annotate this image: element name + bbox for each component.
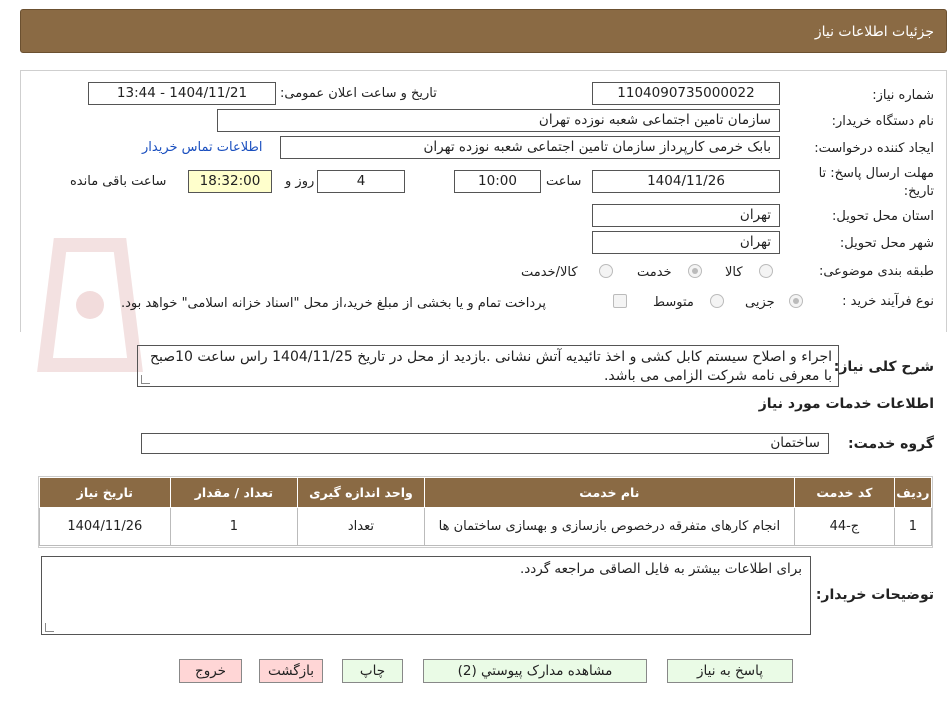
column-header-quantity: تعداد / مقدار <box>169 477 299 508</box>
back-button[interactable]: بازگشت <box>259 659 323 683</box>
deadline-date-field: 1404/11/26 <box>592 170 780 193</box>
notes-text: برای اطلاعات بیشتر به فایل الصاقی مراجعه… <box>519 561 802 577</box>
column-header-name: نام خدمت <box>423 477 796 508</box>
days-label: روز و <box>285 174 315 189</box>
category-both-label: کالا/خدمت <box>521 265 578 280</box>
requester-field: بابک خرمی کارپرداز سازمان تامین اجتماعی … <box>280 136 780 159</box>
need-number-label: شماره نیاز: <box>872 88 934 103</box>
category-label: طبقه بندی موضوعی: <box>818 264 934 279</box>
buyer-org-field: سازمان تامین اجتماعی شعبه نوزده تهران <box>217 109 780 132</box>
reply-button[interactable]: پاسخ به نیاز <box>667 659 793 683</box>
category-service-radio[interactable] <box>688 264 702 278</box>
column-header-code: کد خدمت <box>794 477 895 508</box>
cell-code: ج-44 <box>794 507 895 546</box>
deadline-label-date: تاریخ: <box>903 184 934 199</box>
remaining-time-label: ساعت باقی مانده <box>70 174 167 189</box>
category-goods-label: کالا <box>725 265 743 280</box>
view-attachments-button[interactable]: مشاهده مدارک پیوستي (2) <box>423 659 647 683</box>
deadline-label: مهلت ارسال پاسخ: تا <box>818 166 934 181</box>
notes-label: توضیحات خریدار: <box>815 587 934 603</box>
announce-field: 1404/11/21 - 13:44 <box>88 82 276 105</box>
need-number-field: 1104090735000022 <box>592 82 780 105</box>
description-text: اجراء و اصلاح سیستم کابل کشی و اخذ تائید… <box>137 345 839 387</box>
description-label: شرح کلی نیاز: <box>833 359 934 375</box>
days-field: 4 <box>317 170 405 193</box>
city-label: شهر محل تحویل: <box>839 236 934 251</box>
process-medium-label: متوسط <box>653 295 694 310</box>
buyer-org-label: نام دستگاه خریدار: <box>831 114 934 129</box>
province-field: تهران <box>592 204 780 227</box>
notes-field: برای اطلاعات بیشتر به فایل الصاقی مراجعه… <box>41 556 811 635</box>
print-button[interactable]: چاپ <box>342 659 403 683</box>
process-medium-radio[interactable] <box>710 294 724 308</box>
service-group-field: ساختمان <box>141 433 829 454</box>
city-field: تهران <box>592 231 780 254</box>
announce-label: تاریخ و ساعت اعلان عمومی: <box>280 86 437 101</box>
column-header-date: تاریخ نیاز <box>39 477 171 508</box>
services-section-title: اطلاعات خدمات مورد نیاز <box>758 396 934 412</box>
resize-handle-icon[interactable] <box>45 623 54 632</box>
category-service-label: خدمت <box>637 265 672 280</box>
description-content: اجراء و اصلاح سیستم کابل کشی و اخذ تائید… <box>149 349 832 384</box>
process-label: نوع فرآیند خرید : <box>842 294 934 309</box>
deadline-time-field: 10:00 <box>454 170 541 193</box>
exit-button[interactable]: خروج <box>179 659 242 683</box>
treasury-checkbox[interactable] <box>613 294 627 308</box>
buyer-contact-link[interactable]: اطلاعات تماس خریدار <box>142 140 262 155</box>
table-header-row: ردیف کد خدمت نام خدمت واحد اندازه گیری ت… <box>39 477 933 508</box>
deadline-time-label: ساعت <box>546 174 582 189</box>
services-table: ردیف کد خدمت نام خدمت واحد اندازه گیری ت… <box>39 477 933 546</box>
table-row: 1 ج-44 انجام کارهای متفرقه درخصوص بازساز… <box>39 507 933 546</box>
category-goods-radio[interactable] <box>759 264 773 278</box>
process-minor-radio[interactable] <box>789 294 803 308</box>
column-header-row-number: ردیف <box>893 477 933 508</box>
resize-handle-icon[interactable] <box>141 375 150 384</box>
column-header-unit: واحد اندازه گیری <box>297 477 425 508</box>
cell-name: انجام کارهای متفرقه درخصوص بازسازی و بهس… <box>423 507 796 546</box>
process-minor-label: جزیی <box>745 295 775 310</box>
category-both-radio[interactable] <box>599 264 613 278</box>
cell-quantity: 1 <box>169 507 299 546</box>
remaining-time-field: 18:32:00 <box>188 170 272 193</box>
cell-row-number: 1 <box>893 507 933 546</box>
cell-unit: تعداد <box>297 507 425 546</box>
service-group-label: گروه خدمت: <box>848 436 934 452</box>
payment-note: پرداخت تمام و یا بخشی از مبلغ خرید،از مح… <box>121 296 546 311</box>
province-label: استان محل تحویل: <box>832 209 934 224</box>
requester-label: ایجاد کننده درخواست: <box>814 141 934 156</box>
page-title: جزئیات اطلاعات نیاز <box>20 9 947 53</box>
cell-date: 1404/11/26 <box>39 507 171 546</box>
